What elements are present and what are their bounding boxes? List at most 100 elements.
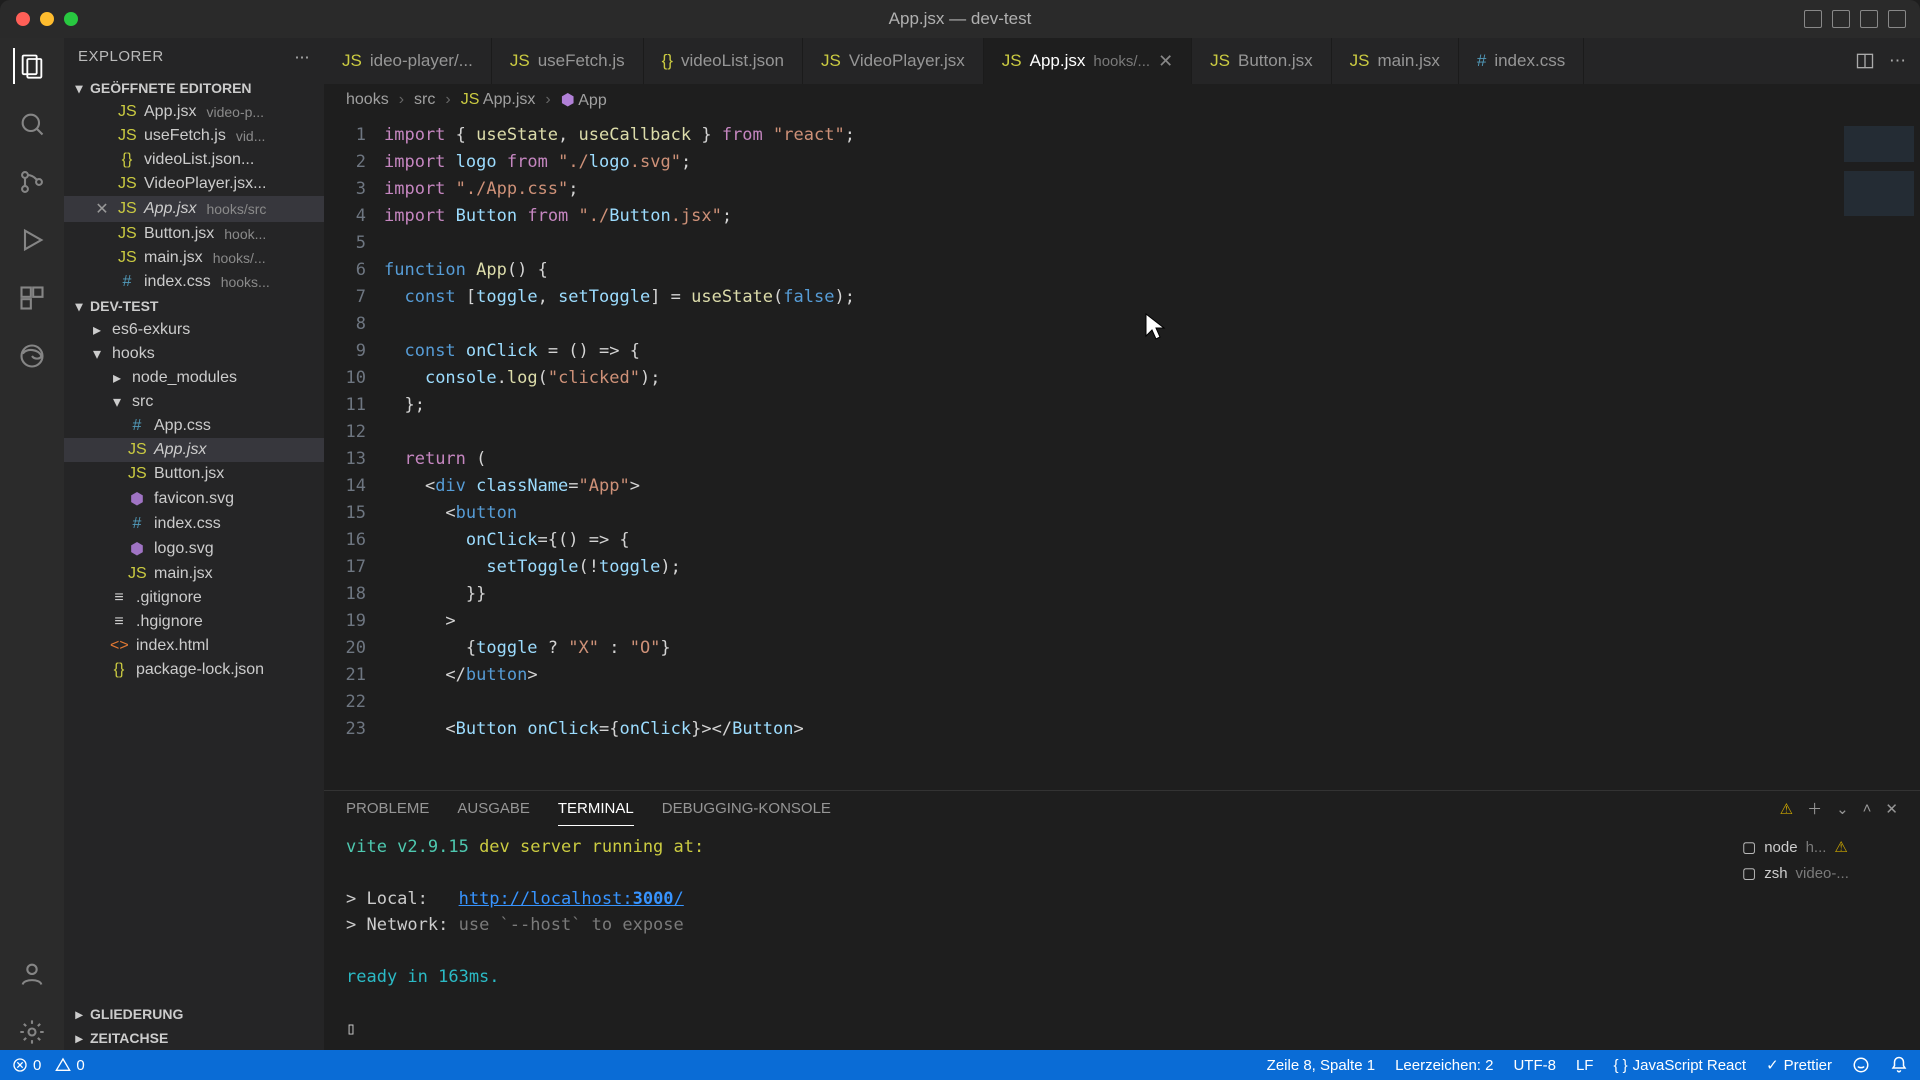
breadcrumb-item[interactable]: hooks (346, 91, 389, 109)
html-file-icon: <> (110, 637, 128, 655)
status-indent[interactable]: Leerzeichen: 2 (1395, 1057, 1493, 1074)
minimize-window-button[interactable] (40, 12, 54, 26)
terminal-tab[interactable]: TERMINAL (558, 792, 634, 826)
more-actions-icon[interactable]: ⋯ (1889, 51, 1906, 71)
open-editor-item[interactable]: JSmain.jsxhooks/... (64, 246, 324, 270)
close-window-button[interactable] (16, 12, 30, 26)
status-feedback-icon[interactable] (1852, 1056, 1870, 1074)
chevron-down-icon: ▾ (72, 299, 86, 313)
file-item[interactable]: {}package-lock.json (64, 658, 324, 682)
toggle-secondary-sidebar-icon[interactable] (1860, 10, 1878, 28)
folder-item[interactable]: ▾hooks (64, 342, 324, 366)
file-item[interactable]: ≡.gitignore (64, 586, 324, 610)
open-editor-item[interactable]: JSVideoPlayer.jsx... (64, 172, 324, 196)
problems-tab[interactable]: PROBLEME (346, 792, 429, 825)
status-bell-icon[interactable] (1890, 1056, 1908, 1074)
file-item[interactable]: ≡.hgignore (64, 610, 324, 634)
debug-console-tab[interactable]: DEBUGGING-KONSOLE (662, 792, 831, 825)
folder-item[interactable]: ▸node_modules (64, 366, 324, 390)
edge-activity-icon[interactable] (14, 338, 50, 374)
activity-bar (0, 38, 64, 1050)
timeline-section[interactable]: ▸ ZEITACHSE (64, 1026, 324, 1050)
explorer-more-icon[interactable]: ⋯ (295, 48, 311, 66)
editor-tab[interactable]: JSmain.jsx (1332, 38, 1459, 84)
file-item[interactable]: JSButton.jsx (64, 462, 324, 486)
terminal-dropdown-icon[interactable]: ⌄ (1836, 800, 1849, 818)
maximize-panel-icon[interactable]: ˄ (1863, 800, 1872, 817)
file-item[interactable]: ⬢favicon.svg (64, 486, 324, 512)
status-eol[interactable]: LF (1576, 1057, 1594, 1074)
outline-section[interactable]: ▸ GLIEDERUNG (64, 1002, 324, 1026)
terminal-warning-icon[interactable]: ⚠ (1780, 800, 1793, 818)
editor-tab[interactable]: JSideo-player/... (324, 38, 492, 84)
toggle-primary-sidebar-icon[interactable] (1804, 10, 1822, 28)
open-editor-item[interactable]: JSApp.jsxvideo-p... (64, 100, 324, 124)
status-warnings[interactable]: 0 (55, 1057, 84, 1074)
status-language[interactable]: { }JavaScript React (1613, 1057, 1746, 1074)
terminal-output[interactable]: vite v2.9.15 dev server running at: > Lo… (324, 826, 1730, 1050)
file-item[interactable]: #index.css (64, 512, 324, 536)
breadcrumb-item[interactable]: JS App.jsx (461, 91, 536, 109)
code-content[interactable]: import { useState, useCallback } from "r… (384, 116, 1830, 790)
output-tab[interactable]: AUSGABE (457, 792, 530, 825)
folder-item[interactable]: ▾src (64, 390, 324, 414)
debug-activity-icon[interactable] (14, 222, 50, 258)
breadcrumb-item[interactable]: src (414, 91, 435, 109)
tab-label: main.jsx (1378, 51, 1440, 71)
tab-label: ideo-player/... (370, 51, 473, 71)
breadcrumb-item[interactable]: ⬢ App (561, 90, 607, 110)
js-file-icon: JS (510, 51, 530, 71)
status-prettier[interactable]: ✓Prettier (1766, 1056, 1832, 1074)
file-dir: video-p... (206, 104, 264, 120)
editor-tab[interactable]: JSuseFetch.js (492, 38, 644, 84)
file-name: index.css (144, 273, 211, 291)
customize-layout-icon[interactable] (1888, 10, 1906, 28)
status-encoding[interactable]: UTF-8 (1513, 1057, 1556, 1074)
editor-tab[interactable]: JSButton.jsx (1192, 38, 1332, 84)
open-editor-item[interactable]: {} videoList.json... (64, 148, 324, 172)
file-name: videoList.json... (144, 151, 254, 169)
open-editor-item[interactable]: ✕JSApp.jsxhooks/src (64, 196, 324, 222)
file-item[interactable]: ⬢logo.svg (64, 536, 324, 562)
status-errors[interactable]: 0 (12, 1057, 41, 1074)
extensions-activity-icon[interactable] (14, 280, 50, 316)
folder-item[interactable]: ▸es6-exkurs (64, 318, 324, 342)
code-editor[interactable]: 1234567891011121314151617181920212223 im… (324, 116, 1920, 790)
editor-tab[interactable]: #index.css (1459, 38, 1584, 84)
tab-label: App.jsx (1030, 51, 1086, 71)
terminal-session[interactable]: ▢nodeh...⚠ (1740, 834, 1910, 860)
open-editor-item[interactable]: JSButton.jsxhook... (64, 222, 324, 246)
settings-activity-icon[interactable] (14, 1014, 50, 1050)
minimap[interactable] (1830, 116, 1920, 790)
timeline-label: ZEITACHSE (90, 1030, 168, 1046)
project-section[interactable]: ▾ DEV-TEST (64, 294, 324, 318)
file-item[interactable]: <>index.html (64, 634, 324, 658)
split-editor-icon[interactable] (1855, 51, 1875, 71)
open-editor-item[interactable]: #index.csshooks... (64, 270, 324, 294)
editor-tab[interactable]: {}videoList.json (644, 38, 803, 84)
jsx-file-icon: JS (821, 51, 841, 71)
close-icon[interactable]: ✕ (1158, 51, 1173, 72)
search-activity-icon[interactable] (14, 106, 50, 142)
file-item[interactable]: JSApp.jsx (64, 438, 324, 462)
file-name: App.jsx (144, 200, 196, 218)
explorer-activity-icon[interactable] (13, 48, 49, 84)
editor-tab[interactable]: JSVideoPlayer.jsx (803, 38, 984, 84)
file-item[interactable]: #App.css (64, 414, 324, 438)
account-activity-icon[interactable] (14, 956, 50, 992)
status-cursor-position[interactable]: Zeile 8, Spalte 1 (1267, 1057, 1375, 1074)
toggle-panel-icon[interactable] (1832, 10, 1850, 28)
open-editors-section[interactable]: ▾ GEÖFFNETE EDITOREN (64, 76, 324, 100)
maximize-window-button[interactable] (64, 12, 78, 26)
editor-tab[interactable]: JSApp.jsxhooks/...✕ (984, 38, 1192, 84)
jsx-file-icon: JS (1002, 51, 1022, 71)
scm-activity-icon[interactable] (14, 164, 50, 200)
terminal-session[interactable]: ▢zshvideo-... (1740, 860, 1910, 886)
close-panel-icon[interactable]: ✕ (1885, 800, 1898, 818)
breadcrumbs[interactable]: hooks›src›JS App.jsx›⬢ App (324, 84, 1920, 116)
open-editor-item[interactable]: JSuseFetch.jsvid... (64, 124, 324, 148)
file-item[interactable]: JSmain.jsx (64, 562, 324, 586)
new-terminal-icon[interactable]: ＋ (1807, 798, 1822, 819)
close-icon[interactable]: ✕ (94, 199, 110, 219)
json-file-icon: {} (118, 151, 136, 169)
